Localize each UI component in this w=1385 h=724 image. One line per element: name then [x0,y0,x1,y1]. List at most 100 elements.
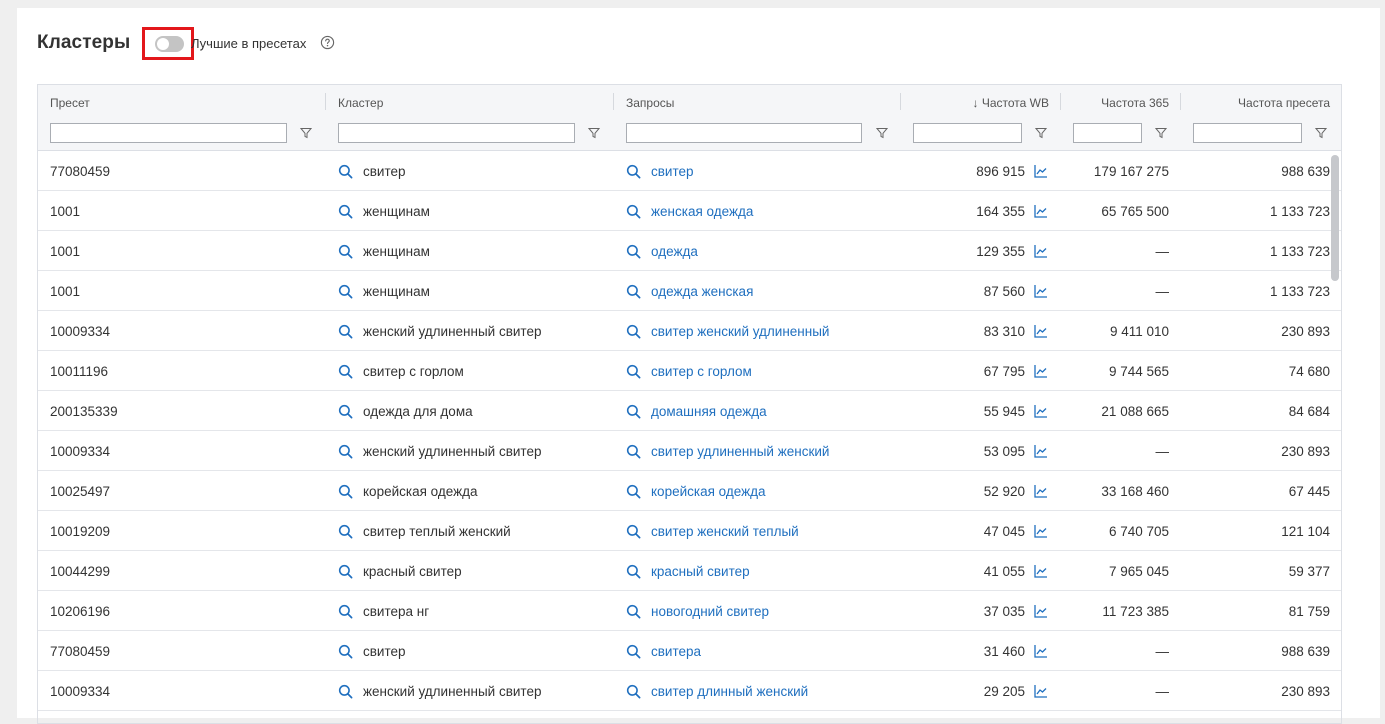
table-row[interactable]: 10044299 красный свитер красный свитер 41 0… [38,551,1341,591]
cell-query-link[interactable]: одежда [626,244,698,259]
cell-query-link[interactable]: красный свитер [626,564,750,579]
table-row[interactable]: 10009334 женский удлиненный свитер свитер … [38,311,1341,351]
column-header-freq-wb[interactable]: ↓ Частота WB [973,96,1049,110]
filter-icon[interactable] [588,127,600,139]
help-circle-icon[interactable] [320,35,335,50]
filter-input-cluster[interactable] [338,123,575,143]
filter-input-freq-365[interactable] [1073,123,1142,143]
cell-cluster[interactable]: свитера нг [338,604,429,619]
cell-query-link[interactable]: свитер [626,164,694,179]
cell-cluster[interactable]: женский удлиненный свитер [338,444,541,459]
filter-input-freq-preset[interactable] [1193,123,1302,143]
table-row[interactable]: 200135339 одежда для дома домашняя одежда 5… [38,391,1341,431]
cell-cluster[interactable]: свитер теплый женский [338,524,511,539]
cell-cluster[interactable]: одежда для дома [338,404,473,419]
query-text[interactable]: свитер с горлом [651,364,752,379]
cell-query-link[interactable]: свитера [626,644,701,659]
table-row[interactable]: 1001 женщинам женская одежда 164 355 65 765 … [38,191,1341,231]
chart-line-icon[interactable] [1034,444,1048,458]
filter-input-preset[interactable] [50,123,287,143]
vertical-scrollbar[interactable] [1331,155,1339,281]
column-header-freq-365[interactable]: Частота 365 [1101,96,1169,110]
table-row[interactable]: 77080459 свитер свитера 31 460 — 988 639 [38,631,1341,671]
query-text[interactable]: одежда [651,244,698,259]
cell-cluster[interactable]: свитер [338,644,406,659]
cell-cluster[interactable]: женщинам [338,244,430,259]
cell-cluster[interactable]: женский удлиненный свитер [338,684,541,699]
chart-line-icon[interactable] [1034,684,1048,698]
cell-cluster[interactable]: свитер с горлом [338,364,464,379]
query-text[interactable]: одежда женская [651,284,753,299]
chart-line-icon[interactable] [1034,524,1048,538]
chart-line-icon[interactable] [1034,284,1048,298]
search-icon [626,404,641,419]
query-text[interactable]: красный свитер [651,564,750,579]
column-divider[interactable] [613,93,614,110]
table-row[interactable]: 10009334 женский удлиненный свитер свитер … [38,431,1341,471]
query-text[interactable]: корейская одежда [651,484,766,499]
cell-preset: 77080459 [50,164,111,179]
column-divider[interactable] [900,93,901,110]
table-row[interactable]: 77080459 свитер свитер 896 915 179 167 275 98… [38,151,1341,191]
filter-input-queries[interactable] [626,123,862,143]
filter-input-freq-wb[interactable] [913,123,1022,143]
chart-line-icon[interactable] [1034,324,1048,338]
chart-line-icon[interactable] [1034,204,1048,218]
filter-icon[interactable] [1315,127,1327,139]
cell-query-link[interactable]: свитер женский удлиненный [626,324,829,339]
cell-query-link[interactable]: свитер с горлом [626,364,752,379]
chart-line-icon[interactable] [1034,164,1048,178]
cell-query-link[interactable]: корейская одежда [626,484,766,499]
filter-icon[interactable] [300,127,312,139]
chart-line-icon[interactable] [1034,364,1048,378]
cell-query-link[interactable]: свитер удлиненный женский [626,444,829,459]
table-row[interactable]: 10009334 женский удлиненный свитер свитер … [38,671,1341,711]
filter-icon[interactable] [1035,127,1047,139]
card-header: Кластеры Лучшие в пресетах [17,8,1380,84]
column-header-freq-preset[interactable]: Частота пресета [1238,96,1330,110]
query-text[interactable]: свитер [651,164,694,179]
cell-query-link[interactable]: свитер женский теплый [626,524,799,539]
cell-cluster[interactable]: красный свитер [338,564,462,579]
table-row[interactable]: 1001 женщинам одежда женская 87 560 — 1 133 7… [38,271,1341,311]
filter-icon[interactable] [876,127,888,139]
cell-query-link[interactable]: одежда женская [626,284,753,299]
chart-line-icon[interactable] [1034,644,1048,658]
query-text[interactable]: свитера [651,644,701,659]
filter-icon[interactable] [1155,127,1167,139]
column-header-queries[interactable]: Запросы [626,96,674,110]
cell-query-link[interactable]: новогодний свитер [626,604,769,619]
query-text[interactable]: новогодний свитер [651,604,769,619]
table-row[interactable]: 10019209 свитер теплый женский свитер женс… [38,511,1341,551]
table-row[interactable]: 10025497 корейская одежда корейская одежда… [38,471,1341,511]
column-header-cluster[interactable]: Кластер [338,96,383,110]
query-text[interactable]: свитер длинный женский [651,684,808,699]
best-in-presets-toggle[interactable] [155,36,184,52]
cell-query-link[interactable]: домашняя одежда [626,404,767,419]
table-row[interactable]: 10206196 свитера нг новогодний свитер 37 03… [38,591,1341,631]
cell-query-link[interactable]: свитер длинный женский [626,684,808,699]
cell-query-link[interactable]: женская одежда [626,204,753,219]
query-text[interactable]: свитер женский теплый [651,524,799,539]
chart-line-icon[interactable] [1034,564,1048,578]
table-row[interactable]: 10011196 свитер с горлом свитер с горлом 67… [38,351,1341,391]
chart-line-icon[interactable] [1034,404,1048,418]
column-divider[interactable] [1180,93,1181,110]
chart-line-icon[interactable] [1034,484,1048,498]
query-text[interactable]: свитер удлиненный женский [651,444,829,459]
query-text[interactable]: свитер женский удлиненный [651,324,829,339]
query-text[interactable]: женская одежда [651,204,753,219]
chart-line-icon[interactable] [1034,244,1048,258]
cell-cluster[interactable]: женщинам [338,204,430,219]
cell-cluster[interactable]: свитер [338,164,406,179]
cell-cluster[interactable]: женский удлиненный свитер [338,324,541,339]
chart-line-icon[interactable] [1034,604,1048,618]
column-divider[interactable] [1060,93,1061,110]
cell-cluster[interactable]: женщинам [338,284,430,299]
cell-cluster[interactable]: корейская одежда [338,484,478,499]
column-header-preset[interactable]: Пресет [50,96,90,110]
column-divider[interactable] [325,93,326,110]
table-row[interactable]: 1001 женщинам одежда 129 355 — 1 133 723 [38,231,1341,271]
search-icon [626,564,641,579]
query-text[interactable]: домашняя одежда [651,404,767,419]
